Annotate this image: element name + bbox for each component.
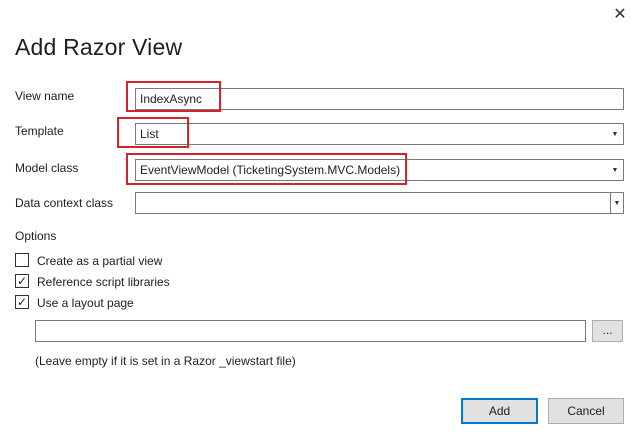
options-heading: Options — [15, 229, 57, 243]
layout-path-input[interactable] — [35, 320, 586, 342]
dropdown-button[interactable]: ▼ — [610, 193, 623, 213]
template-select[interactable]: List ▼ — [135, 123, 624, 145]
script-libraries-checkbox[interactable]: ✓ — [15, 274, 29, 288]
data-context-class-label: Data context class — [15, 196, 114, 210]
layout-hint: (Leave empty if it is set in a Razor _vi… — [35, 354, 296, 368]
model-class-value: EventViewModel (TicketingSystem.MVC.Mode… — [140, 163, 401, 177]
dialog-title: Add Razor View — [15, 34, 183, 60]
partial-view-checkbox[interactable] — [15, 253, 29, 267]
template-value: List — [140, 127, 159, 141]
view-name-input[interactable]: IndexAsync — [135, 88, 624, 110]
partial-view-label: Create as a partial view — [37, 254, 163, 268]
cancel-button[interactable]: Cancel — [548, 398, 624, 424]
template-label: Template — [15, 124, 64, 138]
chevron-down-icon[interactable]: ▼ — [610, 124, 620, 144]
layout-page-label: Use a layout page — [37, 296, 134, 310]
model-class-label: Model class — [15, 161, 79, 175]
view-name-value: IndexAsync — [140, 92, 203, 106]
layout-page-checkbox[interactable]: ✓ — [15, 295, 29, 309]
chevron-down-icon[interactable]: ▼ — [610, 160, 620, 180]
checkmark-icon: ✓ — [16, 295, 28, 309]
browse-button[interactable]: ... — [592, 320, 623, 342]
add-button[interactable]: Add — [461, 398, 538, 424]
data-context-class-select[interactable]: ▼ — [135, 192, 624, 214]
model-class-select[interactable]: EventViewModel (TicketingSystem.MVC.Mode… — [135, 159, 624, 181]
chevron-down-icon: ▼ — [613, 200, 621, 207]
view-name-label: View name — [15, 89, 75, 103]
close-icon[interactable]: ✕ — [611, 6, 629, 24]
script-libraries-label: Reference script libraries — [37, 275, 170, 289]
checkmark-icon: ✓ — [16, 274, 28, 288]
